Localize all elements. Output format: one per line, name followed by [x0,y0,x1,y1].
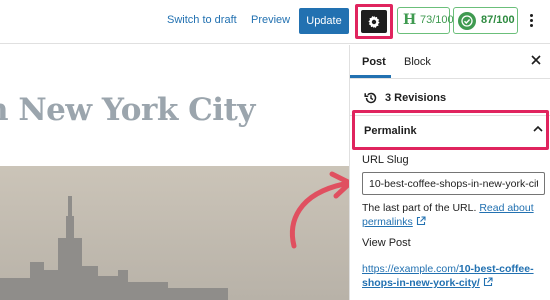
permalink-help-text: The last part of the URL. Read about per… [362,201,548,229]
permalink-heading: Permalink [364,125,417,137]
switch-to-draft-button[interactable]: Switch to draft [167,14,237,26]
readability-score-button[interactable]: 87/100 [453,7,518,34]
readability-icon [458,12,476,30]
history-icon [364,92,377,104]
permalink-panel-toggle[interactable]: Permalink [352,110,549,150]
post-title[interactable]: n New York City [0,92,255,128]
settings-button[interactable] [361,10,387,33]
sidebar-tabs: Post Block [350,45,550,79]
settings-highlight-box [355,4,393,39]
external-link-icon [483,277,493,287]
gear-icon [368,15,380,29]
view-post-url-domain: https://example.com/ [362,263,459,275]
revisions-label: 3 Revisions [385,92,447,104]
view-post-link[interactable]: https://example.com/10-best-coffee-shops… [362,262,548,290]
seo-score-button[interactable]: H 73/100 [397,7,454,34]
close-icon[interactable] [530,54,542,66]
help-text: The last part of the URL. [362,202,480,214]
editor-toolbar: Switch to draft Preview Update H 73/100 … [0,0,550,44]
more-options-icon[interactable] [526,12,536,32]
seo-h-icon: H [403,12,417,28]
pointer-arrow-icon [289,171,353,249]
preview-button[interactable]: Preview [251,14,290,26]
external-link-icon [416,216,426,226]
chevron-up-icon [533,125,543,132]
active-tab-indicator [350,75,391,78]
tab-block[interactable]: Block [404,56,431,68]
url-slug-input[interactable] [362,172,545,195]
tab-post[interactable]: Post [362,56,386,68]
view-post-label: View Post [362,237,411,249]
settings-sidebar: Post Block 3 Revisions Permalink URL Slu… [349,45,550,300]
url-slug-label: URL Slug [362,154,409,166]
seo-score-value: 73/100 [420,14,454,26]
readability-score-value: 87/100 [481,14,515,26]
update-button[interactable]: Update [299,8,349,34]
